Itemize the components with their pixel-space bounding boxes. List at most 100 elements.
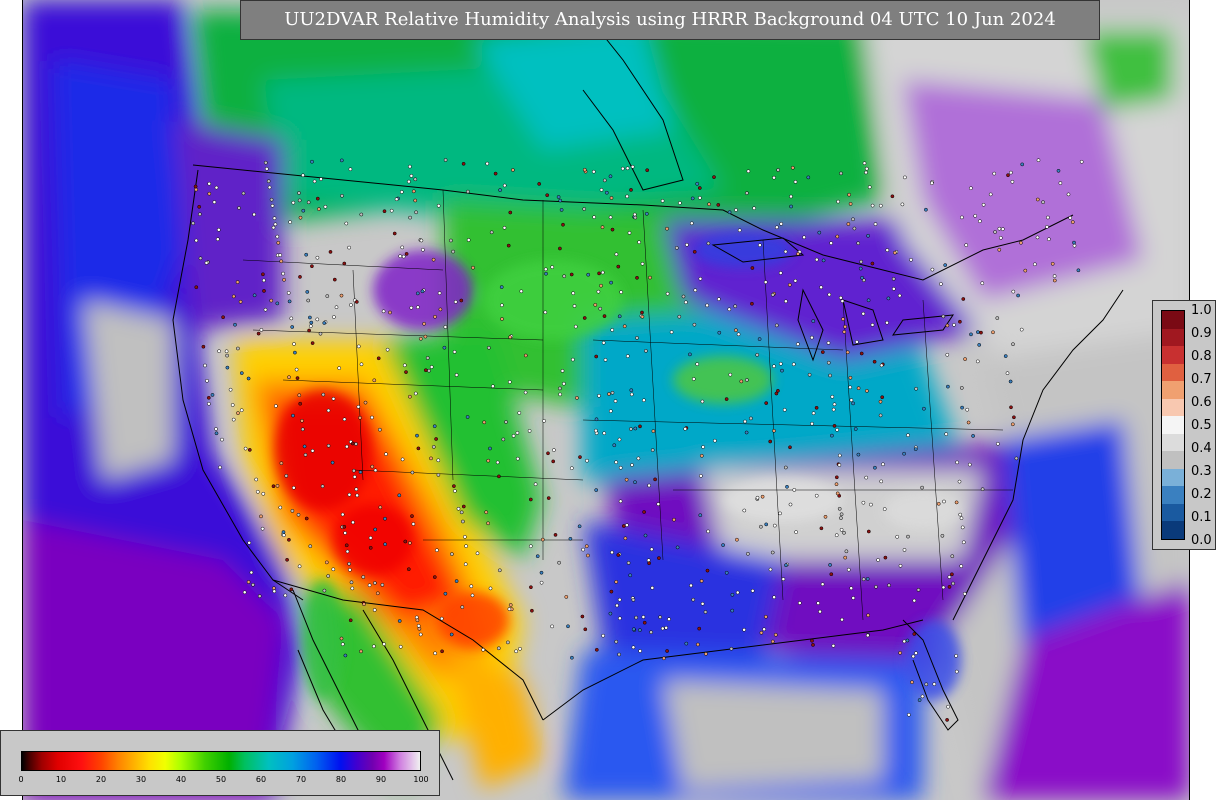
station-marker: [778, 361, 783, 366]
station-marker: [449, 238, 453, 243]
station-marker: [343, 531, 347, 535]
station-marker: [836, 199, 840, 204]
station-marker: [400, 457, 405, 462]
station-marker: [632, 212, 637, 217]
station-marker: [958, 512, 963, 517]
station-marker: [198, 256, 203, 261]
station-marker: [456, 506, 461, 511]
station-marker: [778, 271, 783, 275]
station-marker: [647, 483, 651, 488]
station-marker: [837, 506, 842, 511]
station-marker: [791, 362, 796, 367]
station-marker: [427, 368, 431, 373]
station-marker: [997, 247, 1002, 252]
station-marker: [537, 182, 542, 186]
station-marker: [435, 548, 439, 553]
station-marker: [912, 632, 917, 636]
station-marker: [973, 214, 978, 218]
station-marker: [642, 398, 646, 403]
station-marker: [367, 583, 372, 588]
station-marker: [306, 298, 311, 303]
station-marker: [550, 624, 554, 629]
station-marker: [372, 378, 377, 383]
station-marker: [347, 245, 351, 250]
station-marker: [784, 563, 788, 568]
station-marker: [638, 424, 642, 429]
station-marker: [648, 275, 652, 280]
station-marker: [869, 502, 873, 507]
station-marker: [436, 473, 441, 477]
station-marker: [960, 215, 964, 220]
station-marker: [326, 574, 331, 578]
station-marker: [873, 465, 877, 470]
station-marker: [278, 505, 283, 510]
station-marker: [665, 291, 670, 296]
station-marker: [409, 305, 414, 310]
station-marker: [653, 477, 657, 482]
station-marker: [811, 411, 816, 416]
station-marker: [322, 588, 327, 593]
station-marker: [717, 330, 722, 335]
station-marker: [916, 588, 921, 592]
station-marker: [339, 636, 344, 641]
fraction-color-cell: [1162, 328, 1184, 347]
station-marker: [867, 185, 872, 189]
station-marker: [660, 199, 665, 203]
station-marker: [870, 323, 875, 327]
station-marker: [348, 167, 353, 172]
station-marker: [408, 541, 412, 545]
station-marker: [246, 580, 251, 584]
station-marker: [862, 161, 867, 166]
station-marker: [697, 626, 702, 631]
station-marker: [380, 583, 385, 587]
station-marker: [758, 243, 762, 247]
station-marker: [269, 298, 274, 303]
station-marker: [678, 201, 682, 205]
station-marker: [281, 530, 286, 534]
station-marker: [378, 427, 382, 432]
station-marker: [835, 491, 840, 496]
station-marker: [582, 207, 587, 211]
station-marker: [891, 277, 896, 281]
station-marker: [650, 586, 655, 590]
station-marker: [514, 649, 518, 654]
station-marker: [264, 167, 269, 171]
station-marker: [475, 551, 480, 556]
station-marker: [429, 456, 433, 461]
station-marker: [402, 363, 407, 368]
station-marker: [359, 649, 363, 654]
station-marker: [610, 328, 615, 332]
station-marker: [629, 427, 633, 431]
station-marker: [221, 315, 225, 320]
station-marker: [274, 404, 278, 408]
station-marker: [262, 278, 266, 283]
station-marker: [903, 175, 907, 180]
station-marker: [656, 502, 661, 506]
station-marker: [484, 510, 489, 515]
station-marker: [304, 516, 309, 521]
station-marker: [292, 342, 296, 346]
station-marker: [900, 202, 905, 207]
fraction-color-cell: [1162, 346, 1184, 364]
station-marker: [835, 234, 840, 239]
station-marker: [578, 455, 582, 459]
fraction-color-ramp: [1161, 310, 1185, 540]
station-marker: [703, 610, 708, 614]
station-marker: [651, 429, 656, 433]
station-marker: [517, 411, 522, 415]
station-marker: [860, 275, 864, 280]
station-marker: [788, 445, 792, 450]
rh-tick-label: 30: [135, 775, 147, 784]
station-marker: [1050, 261, 1055, 266]
station-marker: [287, 375, 291, 380]
station-marker: [821, 258, 826, 263]
station-marker: [649, 630, 653, 635]
station-marker: [214, 431, 219, 436]
station-marker: [205, 378, 209, 383]
station-marker: [1076, 268, 1081, 273]
station-marker: [322, 321, 327, 325]
station-marker: [381, 309, 386, 314]
station-marker: [847, 192, 851, 197]
station-marker: [832, 402, 837, 407]
station-marker: [998, 236, 1003, 240]
